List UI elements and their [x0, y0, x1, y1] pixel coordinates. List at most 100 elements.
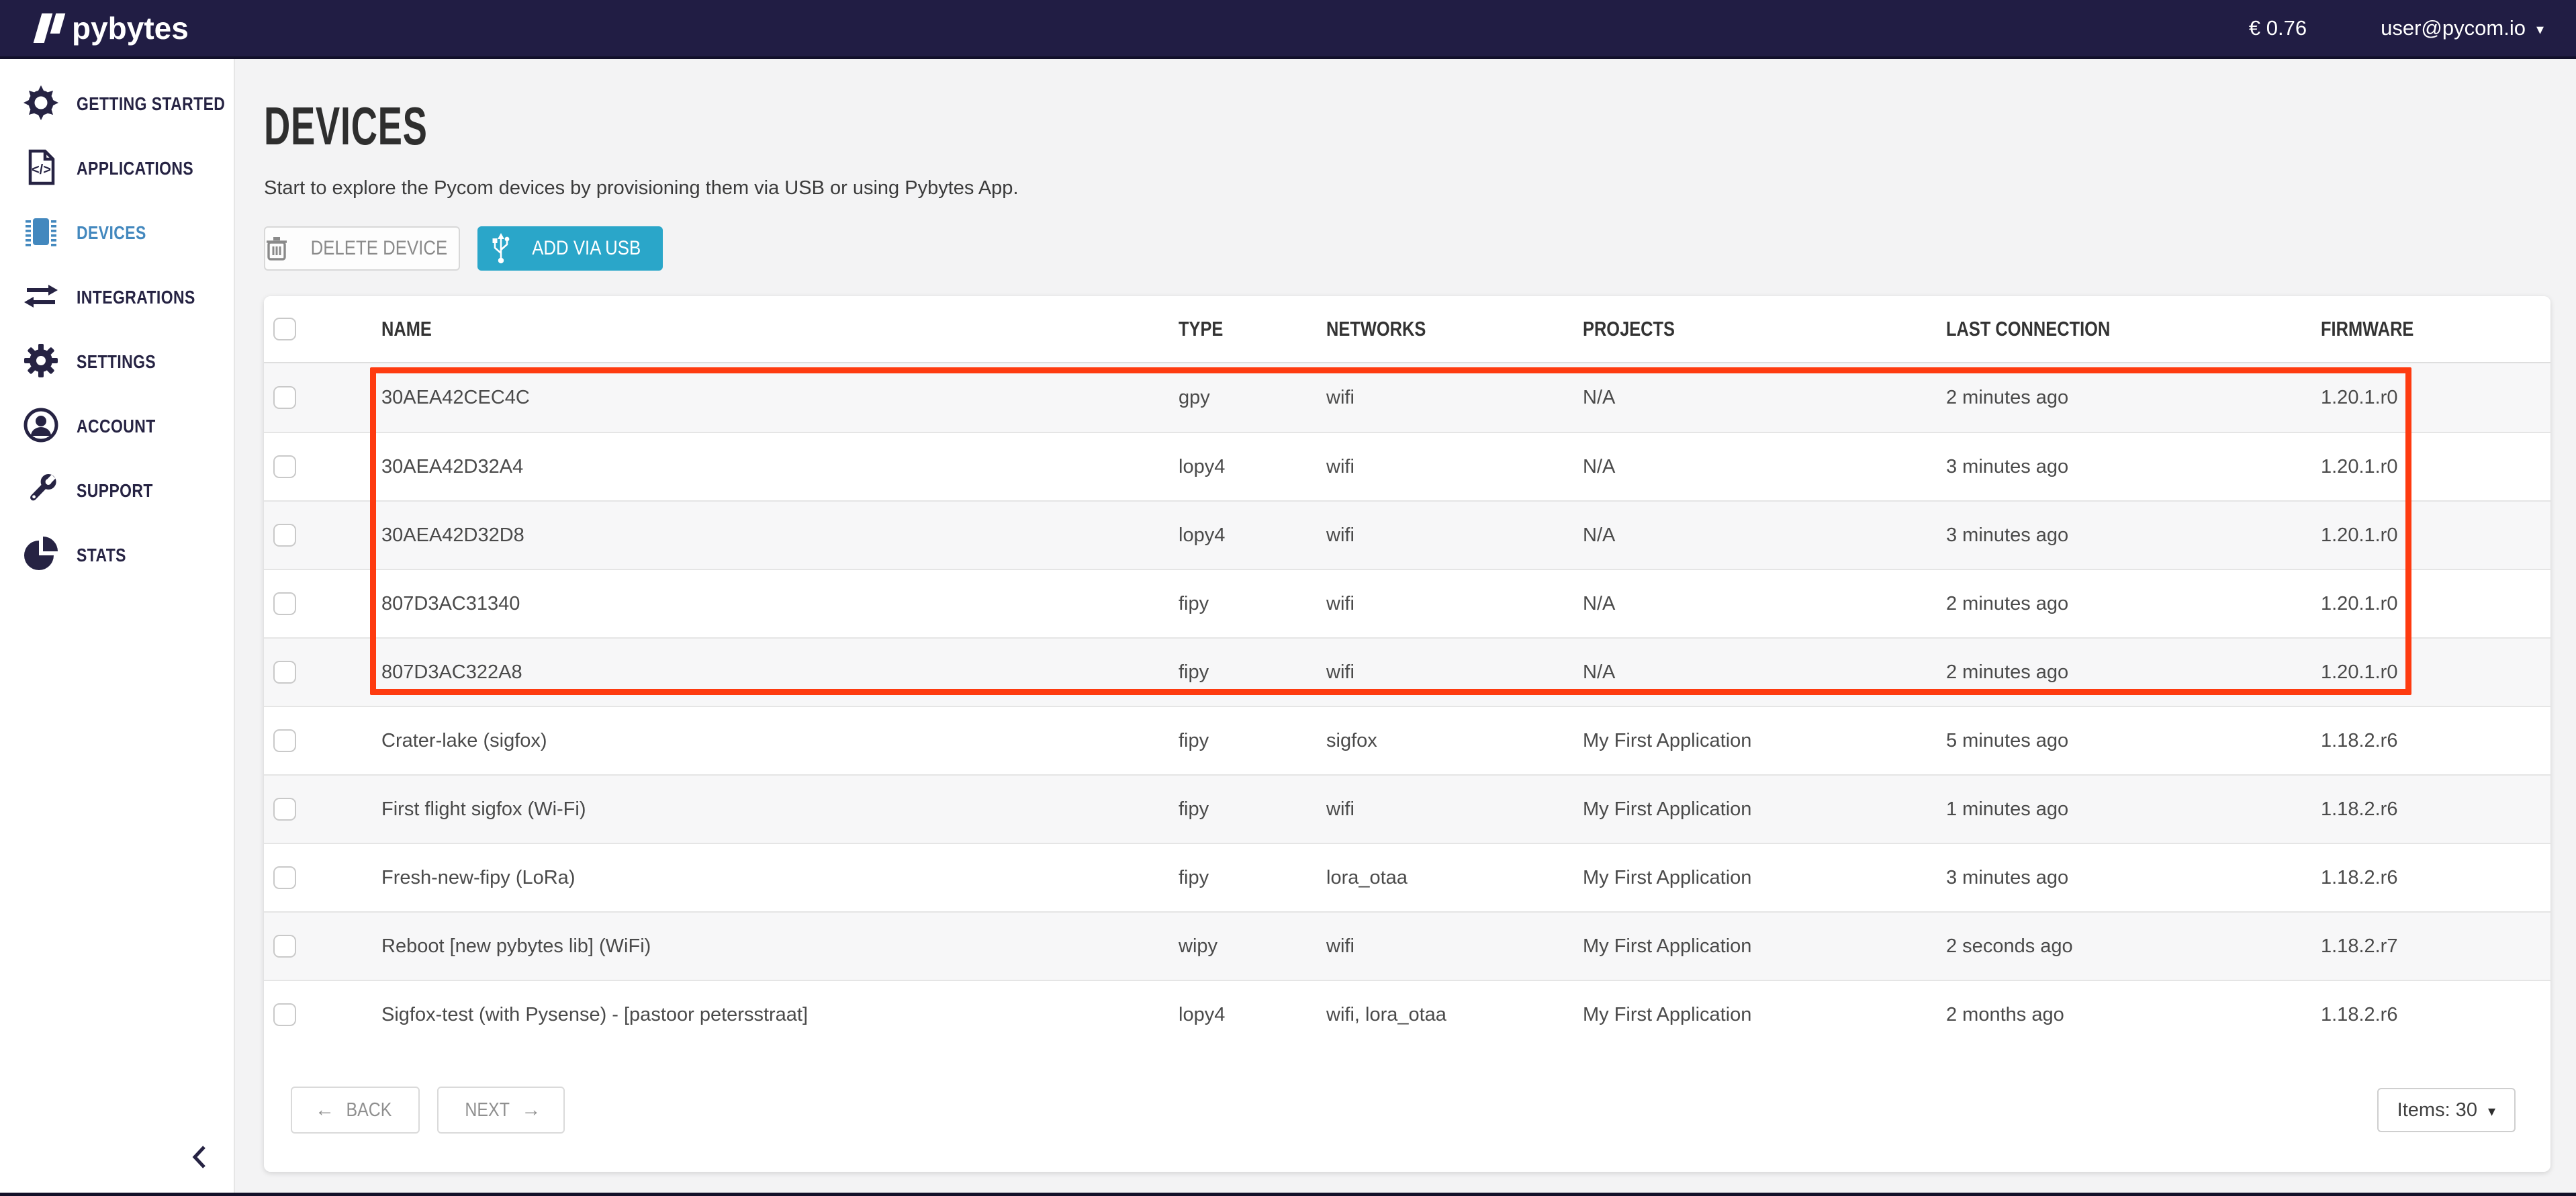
row-checkbox[interactable] — [273, 592, 296, 615]
cell-type: fipy — [1179, 867, 1326, 889]
user-email: user@pycom.io — [2381, 16, 2526, 40]
cell-type: lopy4 — [1179, 524, 1326, 547]
cell-networks: wifi — [1326, 387, 1583, 409]
page-title: DEVICES — [264, 95, 428, 157]
back-button[interactable]: ← BACK — [291, 1087, 420, 1134]
table-row[interactable]: 30AEA42D32A4 lopy4 wifi N/A 3 minutes ag… — [264, 432, 2550, 500]
chevron-down-icon: ▾ — [2536, 22, 2544, 37]
row-checkbox[interactable] — [273, 661, 296, 684]
chevron-left-icon — [189, 1143, 210, 1171]
select-all-checkbox[interactable] — [273, 318, 296, 340]
cell-name: 30AEA42CEC4C — [381, 387, 1179, 409]
row-checkbox[interactable] — [273, 524, 296, 547]
cell-firmware: 1.18.2.r6 — [2321, 730, 2550, 752]
delete-device-button[interactable]: DELETE DEVICE — [264, 226, 460, 271]
cell-projects: My First Application — [1583, 1004, 1946, 1026]
add-via-usb-button[interactable]: ADD VIA USB — [477, 226, 663, 271]
cell-projects: My First Application — [1583, 730, 1946, 752]
arrow-left-icon: ← — [315, 1099, 334, 1121]
cell-firmware: 1.20.1.r0 — [2321, 524, 2550, 547]
main-content: DEVICES Start to explore the Pycom devic… — [235, 59, 2576, 1193]
cell-last-connection: 5 minutes ago — [1946, 730, 2321, 752]
cell-last-connection: 2 minutes ago — [1946, 593, 2321, 615]
pie-chart-icon — [23, 536, 59, 572]
row-checkbox[interactable] — [273, 798, 296, 821]
cell-last-connection: 3 minutes ago — [1946, 867, 2321, 889]
sidebar-item-stats[interactable]: STATS — [0, 535, 234, 576]
cell-networks: wifi — [1326, 456, 1583, 478]
cell-type: fipy — [1179, 593, 1326, 615]
table-row[interactable]: Reboot [new pybytes lib] (WiFi) wipy wif… — [264, 911, 2550, 980]
wrench-icon — [23, 471, 59, 508]
row-checkbox[interactable] — [273, 455, 296, 478]
cell-networks: lora_otaa — [1326, 867, 1583, 889]
cell-type: fipy — [1179, 798, 1326, 821]
row-checkbox[interactable] — [273, 1003, 296, 1026]
table-row[interactable]: 30AEA42CEC4C gpy wifi N/A 2 minutes ago … — [264, 363, 2550, 432]
cell-firmware: 1.18.2.r7 — [2321, 935, 2550, 958]
table-row[interactable]: Sigfox-test (with Pysense) - [pastoor pe… — [264, 980, 2550, 1048]
arrow-right-icon: → — [521, 1099, 541, 1121]
table-row[interactable]: Crater-lake (sigfox) fipy sigfox My Firs… — [264, 706, 2550, 774]
delete-device-label: DELETE DEVICE — [310, 237, 447, 260]
next-label: NEXT — [465, 1099, 510, 1121]
cell-projects: N/A — [1583, 456, 1946, 478]
cell-networks: wifi — [1326, 661, 1583, 684]
row-checkbox[interactable] — [273, 386, 296, 409]
add-via-usb-label: ADD VIA USB — [532, 237, 641, 260]
cell-firmware: 1.18.2.r6 — [2321, 867, 2550, 889]
user-icon — [23, 407, 59, 443]
table-row[interactable]: 30AEA42D32D8 lopy4 wifi N/A 3 minutes ag… — [264, 500, 2550, 569]
pybytes-logo[interactable]: pybytes — [38, 10, 189, 46]
cell-type: lopy4 — [1179, 456, 1326, 478]
column-header-type: TYPE — [1179, 317, 1326, 341]
chevron-down-icon: ▾ — [2488, 1104, 2495, 1119]
row-checkbox[interactable] — [273, 866, 296, 889]
cell-name: 807D3AC322A8 — [381, 661, 1179, 684]
code-document-icon: </> — [23, 149, 59, 185]
row-checkbox[interactable] — [273, 729, 296, 752]
user-menu[interactable]: user@pycom.io ▾ — [2381, 16, 2544, 40]
sidebar-item-devices[interactable]: DEVICES — [0, 212, 234, 254]
cell-firmware: 1.20.1.r0 — [2321, 593, 2550, 615]
cell-name: Reboot [new pybytes lib] (WiFi) — [381, 935, 1179, 958]
back-label: BACK — [347, 1099, 392, 1121]
top-navbar: pybytes € 0.76 user@pycom.io ▾ — [0, 0, 2576, 59]
cell-last-connection: 2 months ago — [1946, 1004, 2321, 1026]
pagination-bar: ← BACK NEXT → Items: 30 ▾ — [264, 1048, 2550, 1172]
sidebar-collapse-button[interactable] — [189, 1143, 210, 1175]
cell-name: Crater-lake (sigfox) — [381, 730, 1179, 752]
trash-icon — [266, 236, 287, 261]
svg-text:</>: </> — [32, 163, 51, 177]
sidebar-item-getting-started[interactable]: GETTING STARTED — [0, 83, 234, 125]
cell-name: Fresh-new-fipy (LoRa) — [381, 867, 1179, 889]
brand-name: pybytes — [72, 10, 189, 46]
sidebar-item-account[interactable]: ACCOUNT — [0, 406, 234, 447]
cell-type: wipy — [1179, 935, 1326, 958]
cell-networks: wifi, lora_otaa — [1326, 1004, 1583, 1026]
cell-projects: N/A — [1583, 593, 1946, 615]
table-row[interactable]: 807D3AC322A8 fipy wifi N/A 2 minutes ago… — [264, 637, 2550, 706]
cell-networks: wifi — [1326, 935, 1583, 958]
sync-arrows-icon — [23, 278, 59, 314]
sidebar-item-support[interactable]: SUPPORT — [0, 470, 234, 512]
cell-projects: My First Application — [1583, 867, 1946, 889]
table-header-row: NAME TYPE NETWORKS PROJECTS LAST CONNECT… — [264, 296, 2550, 363]
pycom-logo-icon — [38, 13, 62, 43]
sidebar-item-applications[interactable]: </> APPLICATIONS — [0, 148, 234, 189]
cell-firmware: 1.18.2.r6 — [2321, 798, 2550, 821]
row-checkbox[interactable] — [273, 935, 296, 958]
screen-bottom-edge — [0, 1193, 2576, 1196]
cell-name: 30AEA42D32D8 — [381, 524, 1179, 547]
sidebar-item-integrations[interactable]: INTEGRATIONS — [0, 277, 234, 318]
gear-icon — [23, 342, 59, 379]
table-row[interactable]: First flight sigfox (Wi-Fi) fipy wifi My… — [264, 774, 2550, 843]
cell-networks: wifi — [1326, 798, 1583, 821]
table-row[interactable]: Fresh-new-fipy (LoRa) fipy lora_otaa My … — [264, 843, 2550, 911]
items-per-page-select[interactable]: Items: 30 ▾ — [2377, 1088, 2516, 1132]
table-row[interactable]: 807D3AC31340 fipy wifi N/A 2 minutes ago… — [264, 569, 2550, 637]
next-button[interactable]: NEXT → — [437, 1087, 565, 1134]
cell-name: 807D3AC31340 — [381, 593, 1179, 615]
cell-type: fipy — [1179, 730, 1326, 752]
sidebar-item-settings[interactable]: SETTINGS — [0, 341, 234, 383]
